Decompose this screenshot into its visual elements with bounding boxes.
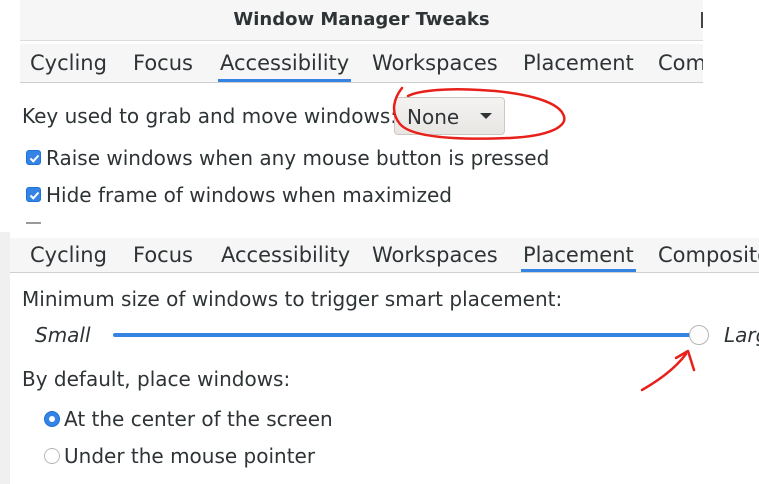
mouse-pointer-radio[interactable]: [44, 448, 60, 464]
slider-min-label: Small: [35, 323, 91, 347]
chevron-down-icon: [480, 113, 492, 119]
slider-max-label: Larg: [724, 323, 759, 347]
grab-key-combo[interactable]: None: [394, 97, 505, 135]
center-screen-radio[interactable]: [44, 411, 60, 427]
hide-frame-label[interactable]: Hide frame of windows when maximized: [46, 183, 452, 207]
grab-key-label: Key used to grab and move windows:: [22, 104, 397, 128]
window-top-panel: Window Manager Tweaks Cycling Focus Acce…: [0, 0, 759, 232]
mouse-pointer-label[interactable]: Under the mouse pointer: [64, 444, 315, 468]
tab-cycling[interactable]: Cycling: [30, 238, 107, 272]
tab-compositor[interactable]: Composito: [658, 238, 759, 272]
min-size-label: Minimum size of windows to trigger smart…: [22, 287, 563, 311]
grab-key-value: None: [407, 105, 460, 129]
tab-focus[interactable]: Focus: [133, 238, 193, 272]
tab-placement[interactable]: Placement: [521, 238, 636, 272]
tab-bar: Cycling Focus Accessibility Workspaces P…: [20, 44, 703, 83]
window-title: Window Manager Tweaks: [233, 9, 490, 30]
raise-windows-checkbox[interactable]: [26, 150, 41, 165]
default-place-label: By default, place windows:: [22, 367, 291, 391]
checkmark-icon: [29, 154, 40, 163]
window-control-icon[interactable]: [701, 12, 703, 28]
min-size-slider[interactable]: [113, 333, 698, 337]
tab-workspaces[interactable]: Workspaces: [372, 44, 498, 82]
tab-focus[interactable]: Focus: [133, 44, 193, 82]
tab-cycling[interactable]: Cycling: [30, 44, 107, 82]
clipped-option-row: [24, 222, 444, 232]
tab-placement[interactable]: Placement: [523, 44, 634, 82]
tab-accessibility[interactable]: Accessibility: [221, 238, 350, 272]
checkmark-icon: [29, 191, 40, 200]
tab-compositor[interactable]: Com: [658, 44, 703, 82]
tab-bar-placement-view: Cycling Focus Accessibility Workspaces P…: [10, 238, 759, 273]
center-screen-label[interactable]: At the center of the screen: [64, 407, 333, 431]
tab-accessibility[interactable]: Accessibility: [217, 44, 352, 82]
titlebar: Window Manager Tweaks: [20, 0, 703, 41]
tab-workspaces[interactable]: Workspaces: [372, 238, 498, 272]
raise-windows-label[interactable]: Raise windows when any mouse button is p…: [46, 146, 549, 170]
clipped-checkbox: [26, 222, 41, 224]
min-size-slider-handle[interactable]: [689, 325, 709, 345]
hide-frame-checkbox[interactable]: [26, 187, 41, 202]
